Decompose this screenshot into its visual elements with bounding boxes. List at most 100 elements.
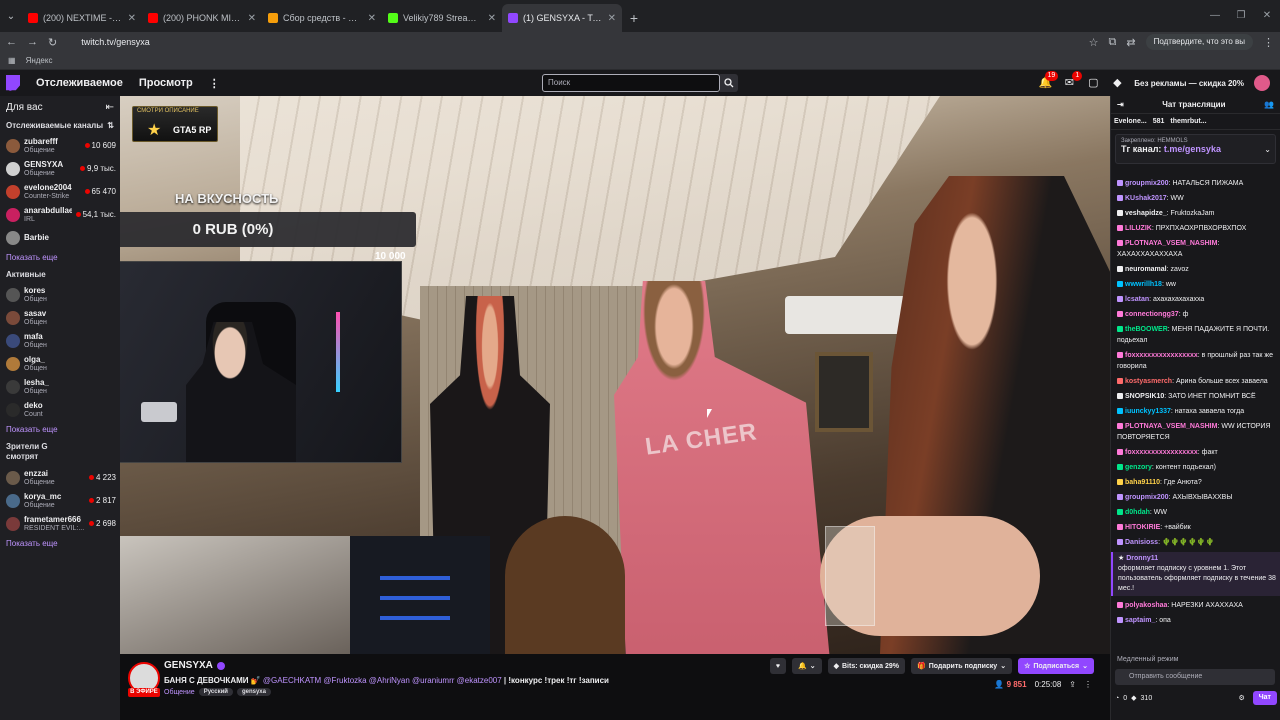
chat-username[interactable]: SNOPSIK10 bbox=[1125, 393, 1164, 400]
gift-sub-button[interactable]: 🎁 Подарить подписку ⌄ bbox=[910, 658, 1013, 674]
bits-balance-icon[interactable]: ◆ bbox=[1131, 694, 1136, 702]
chat-username[interactable]: neuromamal bbox=[1125, 266, 1167, 273]
tab-close-icon[interactable]: ✕ bbox=[608, 13, 616, 24]
sidebar-channel[interactable]: deko Count bbox=[0, 398, 120, 421]
chat-username[interactable]: PLOTNAYA_VSEM_NASHIM bbox=[1125, 240, 1217, 247]
chat-username[interactable]: HITOKIRIE bbox=[1125, 524, 1160, 531]
sidebar-channel[interactable]: evelone2004 Counter-Strike 65 470 bbox=[0, 180, 120, 203]
subscribe-button[interactable]: ☆ Подписаться ⌄ bbox=[1018, 658, 1094, 674]
chat-username[interactable]: LILUZIK bbox=[1125, 225, 1152, 232]
tag-language[interactable]: Русский bbox=[198, 688, 233, 696]
channel-points-icon[interactable]: ◔ bbox=[1115, 695, 1119, 702]
chat-username[interactable]: iuunckyy1337 bbox=[1125, 408, 1171, 415]
stream-title-mentions[interactable]: @GAECHKATM @Fruktozka @AhriNyan @uranium… bbox=[263, 676, 502, 685]
chat-username[interactable]: kostyasmerch bbox=[1125, 378, 1172, 385]
share-icon[interactable]: ⇪ bbox=[1069, 680, 1076, 689]
back-icon[interactable]: ← bbox=[6, 36, 17, 48]
user-avatar[interactable] bbox=[1254, 75, 1270, 91]
chat-users-icon[interactable]: 👥 bbox=[1264, 100, 1274, 109]
bits-discount-button[interactable]: ◆ Bits: скидка 29% bbox=[827, 658, 905, 674]
sub-username[interactable]: Dronny11 bbox=[1126, 555, 1158, 562]
chat-username[interactable]: foxxxxxxxxxxxxxxxxx bbox=[1125, 449, 1198, 456]
chat-username[interactable]: baha91110 bbox=[1125, 479, 1160, 486]
chat-username[interactable]: wwwrillh18 bbox=[1125, 281, 1162, 288]
chat-send-button[interactable]: Чат bbox=[1252, 691, 1277, 705]
tab-close-icon[interactable]: ✕ bbox=[128, 13, 136, 24]
turbo-promo-button[interactable]: Без рекламы — скидка 20% bbox=[1134, 79, 1244, 88]
chat-username[interactable]: connectiongg37 bbox=[1125, 311, 1179, 318]
pinned-message[interactable]: Закреплено: HEMMOLS Тг канал: t.me/gensy… bbox=[1115, 134, 1276, 164]
whispers-icon[interactable]: ▢ bbox=[1086, 76, 1100, 90]
reload-icon[interactable]: ↻ bbox=[48, 36, 57, 49]
notifications-toggle-button[interactable]: 🔔 ⌄ bbox=[792, 658, 822, 674]
tab-close-icon[interactable]: ✕ bbox=[368, 13, 376, 24]
sidebar-channel[interactable]: mafa Общен bbox=[0, 329, 120, 352]
chat-username[interactable]: theBOOWER bbox=[1125, 326, 1168, 333]
confirm-identity-button[interactable]: Подтвердите, что это вы bbox=[1145, 34, 1253, 50]
tag-channel[interactable]: gensyxa bbox=[236, 688, 271, 696]
chat-username[interactable]: lcsatan bbox=[1125, 296, 1149, 303]
show-more-watching[interactable]: Показать еще bbox=[0, 535, 120, 552]
collapse-chat-icon[interactable]: ⇥ bbox=[1117, 100, 1124, 109]
apps-grid-icon[interactable]: ▦ bbox=[8, 56, 16, 65]
sidebar-channel[interactable]: enzzai Общение 4 223 bbox=[0, 466, 120, 489]
chat-username[interactable]: genzory bbox=[1125, 464, 1152, 471]
chat-username[interactable]: d0hdah bbox=[1125, 509, 1150, 516]
pinned-link[interactable]: t.me/gensyka bbox=[1164, 144, 1221, 154]
chat-username[interactable]: saptaim_ bbox=[1125, 617, 1155, 624]
extensions-icon[interactable]: ⧉ bbox=[1109, 36, 1117, 49]
gifter-2[interactable]: themrbut... bbox=[1170, 118, 1206, 125]
browser-tab[interactable]: (1) GENSYXA - Twitch ✕ bbox=[502, 4, 622, 32]
sidebar-channel[interactable]: GENSYXA Общение 9,9 тыс. bbox=[0, 157, 120, 180]
search-input[interactable]: Поиск bbox=[542, 74, 720, 92]
sidebar-channel[interactable]: kores Общен bbox=[0, 283, 120, 306]
browser-tab[interactable]: (200) PHONK MIX 2025 ☠ NIG ✕ bbox=[142, 4, 262, 32]
bookmark-yandex[interactable]: Яндекс bbox=[26, 56, 53, 65]
sidebar-channel[interactable]: zubarefff Общение 10 609 bbox=[0, 134, 120, 157]
chat-username[interactable]: foxxxxxxxxxxxxxxxxx bbox=[1125, 352, 1198, 359]
stream-category[interactable]: Общение bbox=[164, 689, 195, 696]
browser-tab[interactable]: (200) NEXTIME - СВЕТЛАНА (✕ bbox=[22, 4, 142, 32]
sidebar-channel[interactable]: sasav Общен bbox=[0, 306, 120, 329]
sidebar-channel[interactable]: frametamer666 RESIDENT EVIL:... 2 698 bbox=[0, 512, 120, 535]
forward-icon[interactable]: → bbox=[27, 36, 38, 48]
sidebar-channel[interactable]: olga_ Общен bbox=[0, 352, 120, 375]
new-tab-button[interactable]: + bbox=[622, 4, 646, 32]
maximize-icon[interactable]: ❐ bbox=[1228, 0, 1254, 32]
chat-input[interactable]: Отправить сообщение bbox=[1115, 669, 1275, 685]
pinned-expand-icon[interactable]: ⌄ bbox=[1264, 145, 1271, 154]
tab-close-icon[interactable]: ✕ bbox=[488, 13, 496, 24]
chat-username[interactable]: veshapidze_ bbox=[1125, 210, 1167, 217]
tab-close-icon[interactable]: ✕ bbox=[248, 13, 256, 24]
nav-browse[interactable]: Просмотр bbox=[139, 77, 193, 89]
sidebar-channel[interactable]: korya_mc Общение 2 817 bbox=[0, 489, 120, 512]
minimize-icon[interactable]: — bbox=[1202, 0, 1228, 32]
channel-name[interactable]: GENSYXA bbox=[164, 660, 213, 671]
chat-username[interactable]: PLOTNAYA_VSEM_NASHIM bbox=[1125, 423, 1217, 430]
browser-tab[interactable]: Сбор средств - Виджеты - Do ✕ bbox=[262, 4, 382, 32]
show-more-active[interactable]: Показать еще bbox=[0, 421, 120, 438]
chat-settings-icon[interactable]: ⚙ bbox=[1238, 694, 1244, 702]
notifications-icon[interactable]: 🔔 19 bbox=[1038, 71, 1059, 90]
sidebar-channel[interactable]: Barbie bbox=[0, 226, 120, 249]
gifter-1[interactable]: Evelone... bbox=[1114, 118, 1147, 125]
video-player[interactable]: LA CHER СМОТРИ ОПИСАНИЕ ★ GTA5 RP НА ВКУ… bbox=[120, 96, 1110, 654]
sort-icon[interactable]: ⇅ bbox=[107, 121, 114, 130]
close-window-icon[interactable]: ✕ bbox=[1254, 0, 1280, 32]
chat-username[interactable]: polyakoshaa bbox=[1125, 602, 1167, 609]
sidebar-channel[interactable]: lesha_ Общен bbox=[0, 375, 120, 398]
profile-switch-icon[interactable]: ⇄ bbox=[1126, 36, 1135, 49]
follow-button[interactable]: ♥ bbox=[769, 658, 786, 674]
chat-username[interactable]: Danisioss bbox=[1125, 539, 1158, 546]
chat-username[interactable]: KUshak2017 bbox=[1125, 195, 1167, 202]
nav-following[interactable]: Отслеживаемое bbox=[36, 77, 123, 89]
inbox-icon[interactable]: ✉ 1 bbox=[1062, 71, 1083, 90]
twitch-logo-icon[interactable] bbox=[6, 75, 20, 91]
sidebar-channel[interactable]: anarabdullaevIRL 54,1 тыс. bbox=[0, 203, 120, 226]
collapse-sidebar-icon[interactable]: ⇤ bbox=[106, 102, 114, 113]
more-options-icon[interactable]: ⋮ bbox=[1084, 680, 1092, 689]
bookmark-star-icon[interactable]: ☆ bbox=[1089, 36, 1099, 49]
browser-tab[interactable]: Velikiy789 Stream - Watch Live ✕ bbox=[382, 4, 502, 32]
url-field[interactable]: twitch.tv/gensyxa bbox=[67, 33, 1078, 51]
bits-icon[interactable]: ◆ bbox=[1110, 76, 1124, 90]
